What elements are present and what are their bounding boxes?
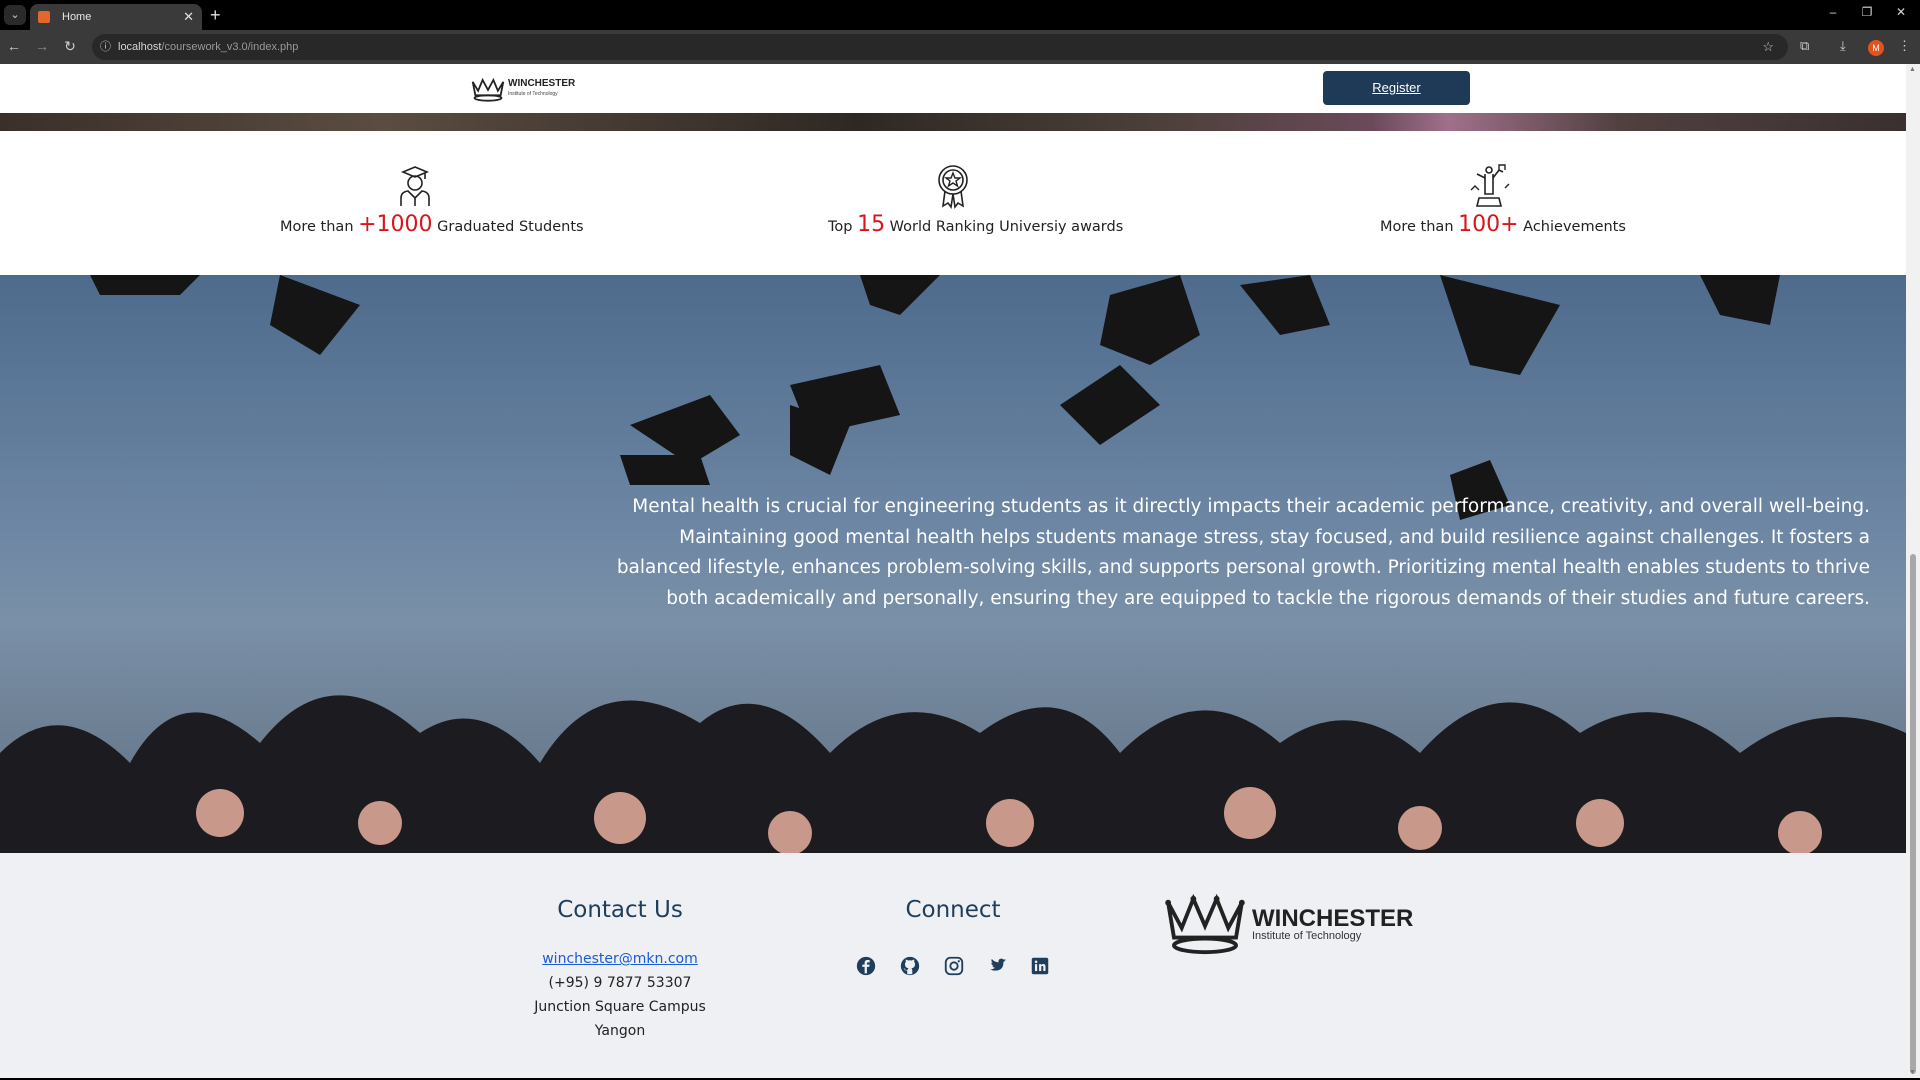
- instagram-icon[interactable]: [943, 955, 965, 977]
- facebook-icon[interactable]: [855, 955, 877, 977]
- back-icon[interactable]: ←: [4, 38, 24, 54]
- close-window-icon[interactable]: ✕: [1886, 5, 1916, 19]
- contact-details: winchester@mkn.com (+95) 9 7877 53307 Ju…: [500, 947, 740, 1043]
- forward-icon[interactable]: →: [32, 38, 52, 54]
- crown-logo-icon: [1165, 893, 1245, 955]
- contact-campus: Junction Square Campus: [534, 999, 706, 1015]
- new-tab-icon[interactable]: +: [210, 4, 221, 26]
- contact-phone: (+95) 9 7877 53307: [548, 975, 692, 991]
- stat-ranking: Top 15 World Ranking Universiy awards: [828, 212, 1123, 237]
- page-scrollbar[interactable]: ▲ ▼: [1906, 64, 1920, 1078]
- header-logo-name: WINCHESTER: [508, 78, 576, 89]
- stat-ranking-number: 15: [857, 212, 886, 237]
- twitter-icon[interactable]: [986, 955, 1008, 977]
- scroll-up-icon[interactable]: ▲: [1909, 66, 1916, 73]
- contact-city: Yangon: [594, 1023, 646, 1039]
- stat-achievements: More than 100+ Achievements: [1380, 212, 1626, 237]
- site-header: WINCHESTER Institute of Technology Regist…: [0, 64, 1906, 113]
- linkedin-icon[interactable]: [1029, 955, 1051, 977]
- register-button[interactable]: Register: [1323, 71, 1470, 105]
- stat-achievements-suffix: Achievements: [1518, 219, 1626, 235]
- graduation-banner: Mental health is crucial for engineering…: [0, 275, 1906, 853]
- bookmark-star-icon[interactable]: ☆: [1762, 34, 1774, 60]
- hero-image-edge: [0, 113, 1906, 131]
- scrollbar-thumb[interactable]: [1910, 554, 1916, 1074]
- connect-title: Connect: [905, 897, 1001, 923]
- stat-ranking-suffix: World Ranking Universiy awards: [885, 219, 1124, 235]
- stat-graduated-suffix: Graduated Students: [432, 219, 584, 235]
- trophy-icon: [1470, 164, 1510, 207]
- reload-icon[interactable]: ↻: [60, 38, 80, 55]
- tab-title: Home: [62, 11, 92, 23]
- site-footer: Contact Us winchester@mkn.com (+95) 9 78…: [0, 853, 1906, 1078]
- stat-achievements-number: 100+: [1458, 212, 1519, 237]
- header-logo[interactable]: WINCHESTER Institute of Technology: [470, 74, 575, 104]
- stat-graduated-number: +1000: [358, 212, 433, 237]
- favicon-icon: [38, 11, 50, 23]
- github-icon[interactable]: [899, 955, 921, 977]
- footer-logo-name: WINCHESTER: [1252, 905, 1414, 932]
- contact-us-title: Contact Us: [557, 897, 683, 923]
- url-host: localhost: [118, 41, 162, 53]
- site-info-icon[interactable]: ⓘ: [100, 34, 111, 60]
- minimize-icon[interactable]: –: [1818, 5, 1848, 19]
- browser-tab-bar: ⌄ Home ✕ + – ❐ ✕: [0, 0, 1920, 30]
- extensions-icon[interactable]: ⧉: [1800, 38, 1809, 54]
- address-bar[interactable]: ⓘ localhost/coursework_v3.0/index.php ☆: [92, 34, 1788, 60]
- footer-logo: WINCHESTER Institute of Technology: [1162, 893, 1413, 957]
- crown-logo-icon: [471, 77, 505, 102]
- profile-avatar[interactable]: M: [1868, 40, 1884, 56]
- mental-health-paragraph: Mental health is crucial for engineering…: [616, 496, 1870, 609]
- header-logo-tagline: Institute of Technology: [508, 91, 558, 97]
- browser-menu-icon[interactable]: ⋮: [1898, 38, 1911, 54]
- graduate-icon: [400, 166, 430, 206]
- tab-search-icon[interactable]: ⌄: [4, 5, 26, 25]
- restore-icon[interactable]: ❐: [1852, 5, 1882, 19]
- stat-graduated-prefix: More than: [280, 219, 359, 235]
- scroll-down-icon[interactable]: ▼: [1909, 1069, 1916, 1076]
- stat-graduated: More than +1000 Graduated Students: [280, 212, 584, 237]
- stat-achievements-prefix: More than: [1380, 219, 1459, 235]
- page-viewport: WINCHESTER Institute of Technology Regist…: [0, 64, 1906, 1078]
- contact-email-link[interactable]: winchester@mkn.com: [542, 951, 698, 967]
- url-path: /coursework_v3.0/index.php: [161, 41, 299, 53]
- browser-tab[interactable]: Home ✕: [30, 4, 202, 30]
- stat-ranking-prefix: Top: [828, 219, 858, 235]
- browser-toolbar: ← → ↻ ⓘ localhost/coursework_v3.0/index.…: [0, 30, 1920, 64]
- download-icon[interactable]: ⤓: [1840, 38, 1846, 54]
- graduates-crowd-image: [0, 695, 1906, 853]
- award-medal-icon: [938, 165, 968, 210]
- close-tab-icon[interactable]: ✕: [183, 4, 194, 30]
